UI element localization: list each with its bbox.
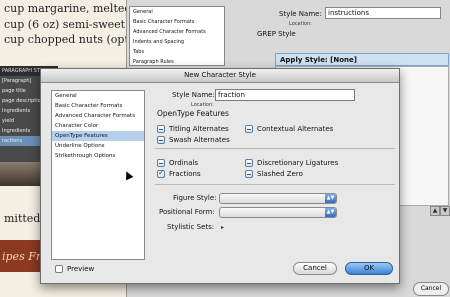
mixed-checkbox-icon: [245, 159, 253, 167]
divider: [155, 184, 395, 185]
back-category-item[interactable]: Basic Character Formats: [130, 17, 224, 27]
preview-checkbox[interactable]: Preview: [55, 265, 94, 273]
document-bottom: [0, 272, 40, 297]
checkbox-label: Titling Alternates: [169, 125, 229, 133]
fractions-checkbox[interactable]: ✓ Fractions: [157, 168, 201, 179]
ordinals-checkbox[interactable]: Ordinals: [157, 158, 198, 168]
discretionary-ligatures-checkbox[interactable]: Discretionary Ligatures: [245, 158, 338, 168]
stylistic-sets-arrow-icon[interactable]: ▸: [221, 224, 224, 231]
style-name-label: Style Name:: [172, 91, 215, 99]
scroll-up-icon[interactable]: ▲: [430, 206, 440, 216]
mixed-checkbox-icon: [157, 136, 165, 144]
category-opentype-features[interactable]: OpenType Features: [52, 131, 144, 141]
mixed-checkbox-icon: [245, 170, 253, 178]
checkbox-label: Contextual Alternates: [257, 125, 334, 133]
category-character-color[interactable]: Character Color: [52, 121, 144, 131]
location-label: Location:: [191, 102, 214, 108]
recipe-photo: [0, 162, 40, 186]
back-category-list: General Basic Character Formats Advanced…: [129, 6, 225, 66]
footer-band: ipes From J: [0, 240, 66, 272]
grep-apply-style-row[interactable]: Apply Style: [None]: [275, 53, 449, 66]
category-basic-character-formats[interactable]: Basic Character Formats: [52, 101, 144, 111]
positional-form-label: Positional Form:: [159, 208, 215, 216]
recipe-line: cup margarine, melted: [4, 2, 132, 15]
section-title: OpenType Features: [157, 109, 229, 118]
figure-style-label: Figure Style:: [173, 194, 217, 202]
category-general[interactable]: General: [52, 91, 144, 101]
cancel-button[interactable]: Cancel: [293, 262, 337, 275]
checkbox-label: Ordinals: [169, 159, 198, 167]
stylistic-sets-label: Stylistic Sets:: [167, 223, 215, 231]
unchecked-checkbox-icon: [55, 265, 63, 273]
back-category-item[interactable]: Tabs: [130, 47, 224, 57]
titling-alternates-checkbox[interactable]: Titling Alternates: [157, 124, 229, 134]
style-name-input[interactable]: fraction: [215, 89, 355, 101]
checked-checkbox-icon: ✓: [157, 168, 165, 178]
dialog-title[interactable]: New Character Style: [41, 69, 399, 83]
back-category-item[interactable]: General: [130, 7, 224, 17]
category-strikethrough-options[interactable]: Strikethrough Options: [52, 151, 144, 161]
scroll-down-icon[interactable]: ▼: [440, 206, 450, 216]
ok-button[interactable]: OK: [345, 262, 393, 275]
back-category-item[interactable]: Paragraph Rules: [130, 57, 224, 67]
contextual-alternates-checkbox[interactable]: Contextual Alternates: [245, 124, 333, 134]
checkbox-label: Slashed Zero: [257, 170, 303, 178]
category-underline-options[interactable]: Underline Options: [52, 141, 144, 151]
swash-alternates-checkbox[interactable]: Swash Alternates: [157, 135, 230, 145]
back-location-label: Location:: [289, 21, 312, 27]
grep-style-heading: GREP Style: [257, 30, 296, 38]
new-character-style-dialog: New Character Style General Basic Charac…: [40, 68, 400, 284]
checkbox-label: Discretionary Ligatures: [257, 159, 339, 167]
back-style-name-label: Style Name:: [279, 10, 322, 18]
back-category-item[interactable]: Advanced Character Formats: [130, 27, 224, 37]
preview-label: Preview: [67, 265, 95, 273]
mixed-checkbox-icon: [245, 125, 253, 133]
figure-style-select[interactable]: ▲▼: [219, 193, 337, 204]
select-arrows-icon: ▲▼: [325, 208, 336, 217]
select-arrows-icon: ▲▼: [325, 194, 336, 203]
category-advanced-character-formats[interactable]: Advanced Character Formats: [52, 111, 144, 121]
checkbox-label: Fractions: [169, 170, 201, 178]
slashed-zero-checkbox[interactable]: Slashed Zero: [245, 169, 303, 179]
positional-form-select[interactable]: ▲▼: [219, 207, 337, 218]
mixed-checkbox-icon: [157, 125, 165, 133]
back-style-name-input[interactable]: instructions: [325, 7, 441, 19]
checkbox-label: Swash Alternates: [169, 136, 230, 144]
back-category-item[interactable]: Indents and Spacing: [130, 37, 224, 47]
mixed-checkbox-icon: [157, 159, 165, 167]
back-cancel-button[interactable]: Cancel: [413, 282, 449, 296]
divider: [155, 148, 395, 149]
